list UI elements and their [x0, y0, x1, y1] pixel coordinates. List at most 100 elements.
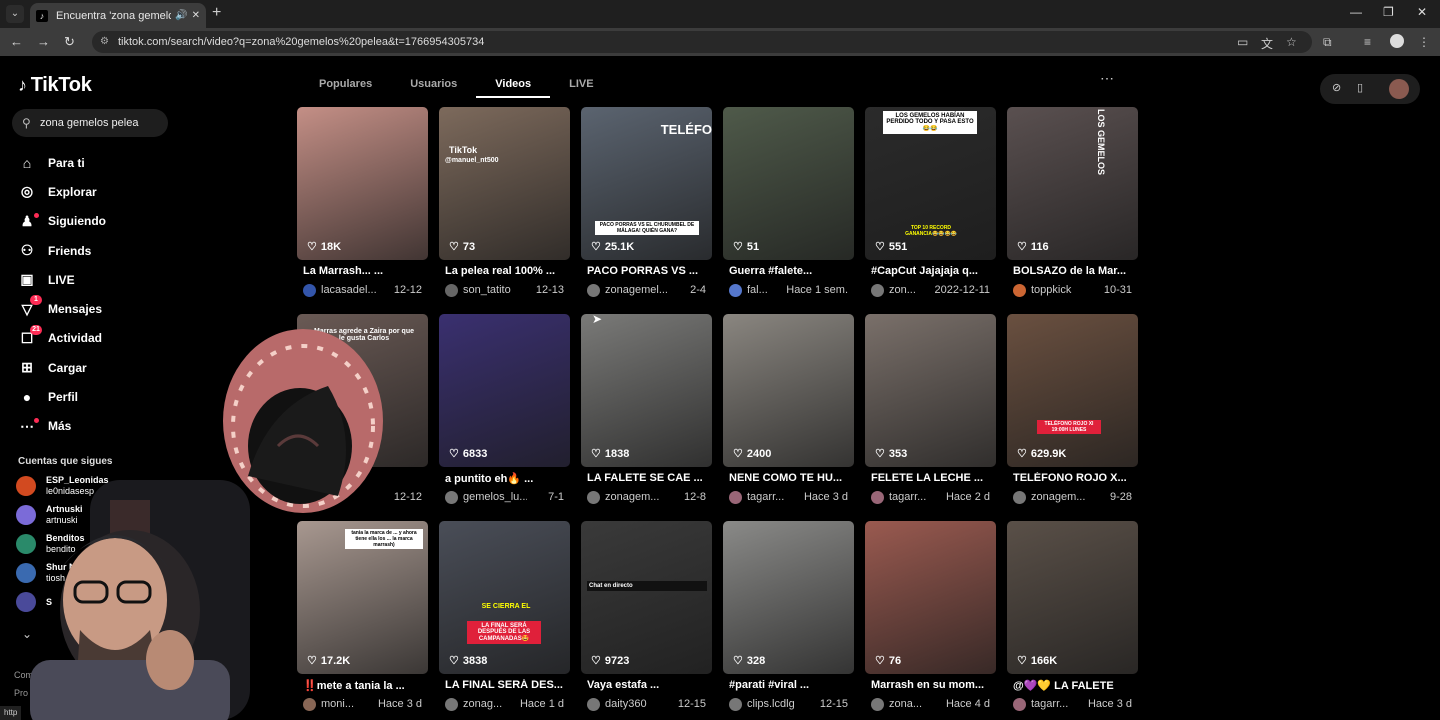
sidebar-item-cargar[interactable]: ⊞ Cargar [18, 353, 188, 382]
speaker-icon[interactable]: 🔊 [175, 10, 187, 21]
video-thumbnail[interactable]: ♡ 51 [723, 107, 854, 260]
sidebar-item-actividad[interactable]: ☐ 21 Actividad [18, 324, 188, 353]
site-info-icon[interactable]: ⚙ [100, 31, 109, 53]
video-caption[interactable]: NENE COMO TE HU... [729, 472, 854, 486]
video-card[interactable]: ♡ 629.9K TELÉFONO ROJO XI 19:00H LUNES TELÉ… [1007, 314, 1138, 504]
video-author[interactable]: toppkick [1031, 284, 1095, 296]
install-icon[interactable]: ▭ [1237, 35, 1248, 49]
video-author[interactable]: zonagemel... [605, 284, 669, 296]
video-caption[interactable]: BOLSAZO de la Mar... [1013, 265, 1138, 279]
sidebar-item-mensajes[interactable]: ▽ 1 Mensajes [18, 294, 188, 323]
avatar[interactable] [871, 490, 884, 504]
address-bar[interactable]: ⚙ tiktok.com/search/video?q=zona%20gemel… [92, 31, 1312, 53]
video-author[interactable]: moni... [321, 698, 378, 710]
video-caption[interactable]: TELÉFONO ROJO X... [1013, 472, 1138, 486]
video-caption[interactable]: ‼️mete a tania la ... [303, 679, 428, 693]
video-thumbnail[interactable]: ♡ 17.2K tania la marca de ... y ahora tien… [297, 521, 428, 674]
device-icon[interactable]: ▯ [1357, 81, 1363, 94]
reload-icon[interactable]: ↻ [64, 34, 75, 50]
sidebar-item-live[interactable]: ▣ LIVE [18, 265, 188, 294]
browser-tab[interactable]: ♪ Encuentra 'zona gemelos pe 🔊 ✕ [30, 3, 206, 28]
video-caption[interactable]: FELETE LA LECHE ... [871, 472, 996, 486]
search-input[interactable]: ⚲ zona gemelos pelea [12, 109, 168, 137]
video-caption[interactable]: #CapCut Jajajaja q... [871, 265, 996, 279]
tab-videos[interactable]: Videos [476, 70, 551, 98]
avatar[interactable] [871, 697, 884, 711]
sidebar-item-más[interactable]: ⋯ Más [18, 412, 188, 441]
extensions-icon[interactable]: ⧉ [1323, 35, 1332, 50]
video-author[interactable]: zonagem... [1031, 491, 1095, 503]
video-author[interactable]: fal... [747, 284, 786, 296]
video-caption[interactable]: PACO PORRAS VS ... [587, 265, 712, 279]
video-thumbnail[interactable]: ♡ 25.1K TELÉFO PACO PORRAS VS EL CHURUMBEL … [581, 107, 712, 260]
media-icon[interactable]: ≡ [1364, 35, 1371, 49]
minimize-button[interactable]: — [1350, 5, 1362, 19]
avatar[interactable] [1013, 490, 1026, 504]
video-card[interactable]: ♡ 25.1K TELÉFO PACO PORRAS VS EL CHURUMBEL … [581, 107, 712, 297]
video-thumbnail[interactable]: ♡ 2400 [723, 314, 854, 467]
avatar[interactable] [587, 283, 600, 297]
avatar[interactable] [871, 283, 884, 297]
video-card[interactable]: ♡ 9723 Chat en directo Vaya estafa ... daity… [581, 521, 712, 711]
autoscroll-icon[interactable]: ⊘ [1332, 81, 1341, 94]
video-author[interactable]: zona... [889, 698, 946, 710]
video-card[interactable]: ♡ 1838 LA FALETE SE CAE ... zonagem... 12-8 [581, 314, 712, 504]
avatar[interactable] [587, 490, 600, 504]
avatar[interactable] [303, 283, 316, 297]
tab-usuarios[interactable]: Usuarios [391, 70, 476, 98]
video-card[interactable]: ♡ 116 LOS GEMELOS BOLSAZO de la Mar... toppk… [1007, 107, 1138, 297]
sidebar-item-explorar[interactable]: ◎ Explorar [18, 177, 188, 206]
tab-live[interactable]: LIVE [550, 70, 612, 98]
video-author[interactable]: son_tatito [463, 284, 527, 296]
video-caption[interactable]: Guerra #falete... [729, 265, 854, 279]
tiktok-logo[interactable]: ♪ TikTok [18, 74, 92, 97]
user-avatar[interactable] [1389, 79, 1409, 99]
browser-profile-avatar[interactable] [1390, 34, 1404, 48]
avatar[interactable] [587, 697, 600, 711]
tab-populares[interactable]: Populares [300, 70, 391, 98]
avatar[interactable] [303, 697, 316, 711]
video-card[interactable]: ♡ 18K La Marrash... ... lacasadel... 12-12 [297, 107, 428, 297]
sidebar-item-para-ti[interactable]: ⌂ Para ti [18, 148, 188, 177]
video-author[interactable]: zonagem... [605, 491, 669, 503]
avatar[interactable] [729, 490, 742, 504]
video-caption[interactable]: Vaya estafa ... [587, 679, 712, 693]
video-caption[interactable]: La Marrash... ... [303, 265, 428, 279]
video-card[interactable]: ♡ 353 FELETE LA LECHE ... tagarr... Hace 2 d [865, 314, 996, 504]
video-card[interactable]: ♡ 166K @💜💛 LA FALETE tagarr... Hace 3 d [1007, 521, 1138, 711]
video-card[interactable]: ♡ 328 #parati #viral ... clips.lcdlg 12-15 [723, 521, 854, 711]
video-thumbnail[interactable]: ♡ 73 TikTok @manuel_nt500 [439, 107, 570, 260]
avatar[interactable] [445, 697, 458, 711]
video-author[interactable]: zon... [889, 284, 935, 296]
avatar[interactable] [445, 283, 458, 297]
video-caption[interactable]: a puntito eh🔥 ... [445, 472, 570, 486]
avatar[interactable] [729, 697, 742, 711]
video-author[interactable]: zonag... [463, 698, 520, 710]
video-author[interactable]: tagarr... [1031, 698, 1088, 710]
video-card[interactable]: ♡ 6833 a puntito eh🔥 ... gemelos_lu... 7-1 [439, 314, 570, 504]
close-tab-icon[interactable]: ✕ [192, 10, 200, 21]
video-thumbnail[interactable]: ♡ 328 [723, 521, 854, 674]
avatar[interactable] [1013, 697, 1026, 711]
more-options-icon[interactable]: ⋯ [1100, 70, 1114, 87]
avatar[interactable] [1013, 283, 1026, 297]
video-caption[interactable]: La pelea real 100% ... [445, 265, 570, 279]
video-card[interactable]: ♡ 73 TikTok @manuel_nt500 La pelea real 100%… [439, 107, 570, 297]
video-thumbnail[interactable]: ♡ 166K [1007, 521, 1138, 674]
bookmark-star-icon[interactable]: ☆ [1286, 35, 1297, 49]
video-author[interactable]: lacasadel... [321, 284, 385, 296]
video-card[interactable]: ♡ 2400 NENE COMO TE HU... tagarr... Hace 3 d [723, 314, 854, 504]
video-author[interactable]: clips.lcdlg [747, 698, 811, 710]
close-window-button[interactable]: ✕ [1417, 5, 1427, 19]
video-thumbnail[interactable]: ♡ 6833 [439, 314, 570, 467]
video-author[interactable]: daity360 [605, 698, 669, 710]
translate-icon[interactable]: 文 [1261, 35, 1273, 52]
video-author[interactable]: tagarr... [747, 491, 804, 503]
video-caption[interactable]: Marrash en su mom... [871, 679, 996, 693]
video-caption[interactable]: @💜💛 LA FALETE [1013, 679, 1138, 693]
video-card[interactable]: ♡ 51 Guerra #falete... fal... Hace 1 sem. [723, 107, 854, 297]
video-thumbnail[interactable]: ♡ 1838 [581, 314, 712, 467]
video-caption[interactable]: #parati #viral ... [729, 679, 854, 693]
video-thumbnail[interactable]: ♡ 18K [297, 107, 428, 260]
sidebar-item-perfil[interactable]: ● Perfil [18, 382, 188, 411]
